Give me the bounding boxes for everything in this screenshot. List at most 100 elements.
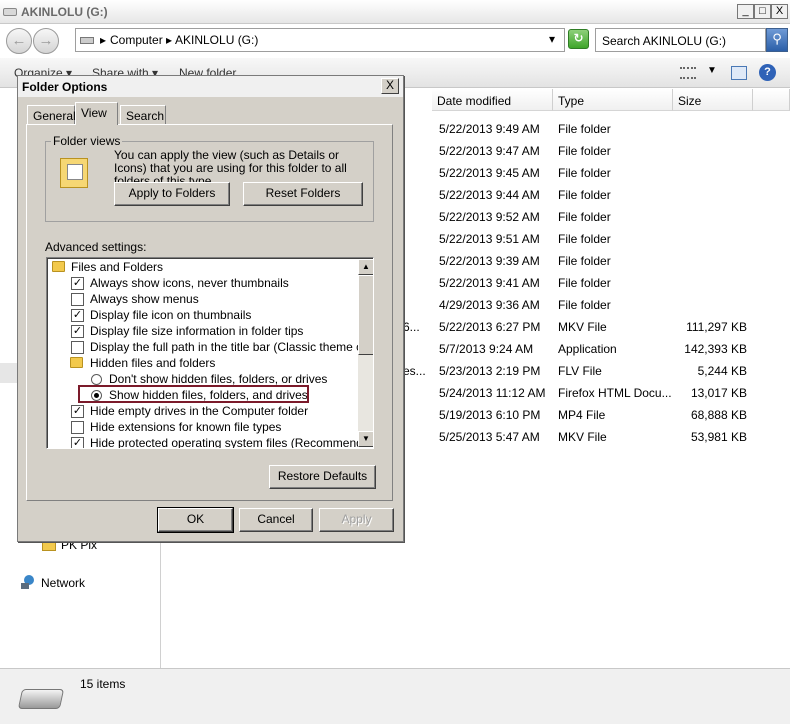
table-row[interactable]: 5/22/2013 9:45 AM File folder	[400, 162, 790, 184]
advanced-setting-label: Always show menus	[90, 292, 199, 306]
search-button[interactable]: ⚲	[766, 28, 788, 52]
arrow-right-icon: →	[38, 32, 54, 49]
table-row[interactable]: 5/22/2013 9:44 AM File folder	[400, 184, 790, 206]
file-type: Firefox HTML Docu...	[558, 386, 672, 400]
checkbox-checked[interactable]: ✓	[71, 325, 84, 338]
refresh-button[interactable]: ↻	[568, 29, 589, 49]
table-row[interactable]: 4/29/2013 9:36 AM File folder	[400, 294, 790, 316]
address-bar[interactable]: ▸ Computer ▸ AKINLOLU (G:) ▾	[75, 28, 565, 52]
file-date: 5/22/2013 9:44 AM	[439, 188, 540, 202]
column-header-date[interactable]: Date modified	[432, 89, 553, 111]
tab-search[interactable]: Search	[120, 105, 166, 124]
back-button[interactable]: ←	[6, 28, 32, 54]
advanced-setting-label: Hide extensions for known file types	[90, 420, 282, 434]
dialog-title-bar: Folder Options X	[18, 76, 403, 97]
table-row[interactable]: 5/25/2013 5:47 AM MKV File 53,981 KB	[400, 426, 790, 448]
file-type: File folder	[558, 166, 611, 180]
list-scrollbar[interactable]: ▲ ▼	[358, 259, 373, 447]
table-row[interactable]: 5/22/2013 9:49 AM File folder	[400, 118, 790, 140]
tab-view[interactable]: View	[75, 102, 118, 125]
scroll-up-icon[interactable]: ▲	[358, 259, 373, 275]
apply-to-folders-button[interactable]: Apply to Folders	[114, 182, 230, 206]
advanced-setting-label: Hide empty drives in the Computer folder	[90, 404, 309, 418]
file-name-tail: es...	[403, 364, 426, 378]
table-row[interactable]: 5/7/2013 9:24 AM Application 142,393 KB	[400, 338, 790, 360]
help-icon[interactable]: ?	[759, 64, 776, 81]
radio-unselected[interactable]	[91, 374, 102, 385]
ok-button[interactable]: OK	[157, 507, 234, 533]
apply-button[interactable]: Apply	[319, 508, 394, 532]
file-date: 5/22/2013 9:39 AM	[439, 254, 540, 268]
item-count: 15 items	[80, 677, 126, 691]
folder-views-icon	[60, 158, 90, 188]
breadcrumb-computer[interactable]: Computer	[110, 33, 163, 47]
table-row[interactable]: 6... 5/22/2013 6:27 PM MKV File 111,297 KB	[400, 316, 790, 338]
file-size: 13,017 KB	[690, 386, 747, 400]
file-date: 5/24/2013 11:12 AM	[439, 386, 546, 400]
checkbox-checked[interactable]: ✓	[71, 437, 84, 448]
nav-item-network[interactable]: Network	[41, 576, 85, 590]
drive-icon	[17, 689, 65, 709]
file-size: 5,244 KB	[697, 364, 747, 378]
file-size: 111,297 KB	[686, 320, 747, 334]
file-type: Application	[558, 342, 617, 356]
file-date: 5/22/2013 6:27 PM	[439, 320, 541, 334]
close-button[interactable]: X	[771, 4, 788, 19]
checkbox-checked[interactable]: ✓	[71, 277, 84, 290]
checkbox-checked[interactable]: ✓	[71, 309, 84, 322]
file-type: MKV File	[558, 430, 607, 444]
advanced-setting-label: Hidden files and folders	[90, 356, 216, 370]
file-date: 4/29/2013 9:36 AM	[439, 298, 540, 312]
advanced-setting-label: Don't show hidden files, folders, or dri…	[109, 372, 328, 386]
file-name-tail: 6...	[403, 320, 420, 334]
scroll-down-icon[interactable]: ▼	[358, 431, 373, 447]
chevron-down-icon[interactable]: ▼	[707, 65, 717, 76]
forward-button[interactable]: →	[33, 28, 59, 54]
preview-pane-icon[interactable]	[731, 66, 747, 80]
table-row[interactable]: es... 5/23/2013 2:19 PM FLV File 5,244 KB	[400, 360, 790, 382]
file-date: 5/22/2013 9:41 AM	[439, 276, 540, 290]
view-options-icon[interactable]	[680, 67, 696, 79]
file-size: 68,888 KB	[690, 408, 747, 422]
search-input[interactable]: Search AKINLOLU (G:)	[595, 28, 766, 52]
restore-defaults-button[interactable]: Restore Defaults	[269, 465, 376, 489]
breadcrumb-drive[interactable]: AKINLOLU (G:)	[175, 33, 258, 47]
search-icon: ⚲	[772, 31, 782, 46]
reset-folders-button[interactable]: Reset Folders	[243, 182, 363, 206]
minimize-button[interactable]: _	[737, 4, 754, 19]
column-header-extra[interactable]	[753, 89, 790, 111]
search-placeholder: Search AKINLOLU (G:)	[602, 34, 727, 48]
table-row[interactable]: 5/22/2013 9:51 AM File folder	[400, 228, 790, 250]
file-type: File folder	[558, 144, 611, 158]
table-row[interactable]: 5/22/2013 9:41 AM File folder	[400, 272, 790, 294]
file-type: File folder	[558, 210, 611, 224]
dialog-close-button[interactable]: X	[381, 78, 399, 94]
chevron-down-icon[interactable]: ▾	[549, 32, 555, 46]
file-list: 5/22/2013 9:49 AM File folder 5/22/2013 9:…	[400, 118, 790, 448]
checkbox-unchecked[interactable]	[71, 421, 84, 434]
table-row[interactable]: 5/24/2013 11:12 AM Firefox HTML Docu... 13…	[400, 382, 790, 404]
table-row[interactable]: 5/22/2013 9:47 AM File folder	[400, 140, 790, 162]
file-type: File folder	[558, 254, 611, 268]
checkbox-checked[interactable]: ✓	[71, 405, 84, 418]
table-row[interactable]: 5/22/2013 9:39 AM File folder	[400, 250, 790, 272]
table-row[interactable]: 5/19/2013 6:10 PM MP4 File 68,888 KB	[400, 404, 790, 426]
advanced-settings-list[interactable]: Files and Folders ✓ Always show icons, nev…	[46, 257, 374, 449]
advanced-setting-label: Display the full path in the title bar (…	[90, 340, 374, 354]
chevron-right-icon[interactable]: ▸	[100, 33, 106, 47]
chevron-right-icon[interactable]: ▸	[166, 33, 172, 47]
file-size: 53,981 KB	[690, 430, 747, 444]
file-date: 5/22/2013 9:47 AM	[439, 144, 540, 158]
scroll-thumb[interactable]	[358, 275, 373, 355]
file-type: File folder	[558, 232, 611, 246]
file-type: File folder	[558, 122, 611, 136]
column-header-size[interactable]: Size	[673, 89, 753, 111]
checkbox-unchecked[interactable]	[71, 293, 84, 306]
maximize-button[interactable]: □	[754, 4, 771, 19]
column-header-type[interactable]: Type	[553, 89, 673, 111]
status-bar: 15 items	[0, 668, 790, 724]
table-row[interactable]: 5/22/2013 9:52 AM File folder	[400, 206, 790, 228]
tab-general[interactable]: General	[27, 105, 76, 124]
checkbox-unchecked[interactable]	[71, 341, 84, 354]
cancel-button[interactable]: Cancel	[239, 508, 313, 532]
